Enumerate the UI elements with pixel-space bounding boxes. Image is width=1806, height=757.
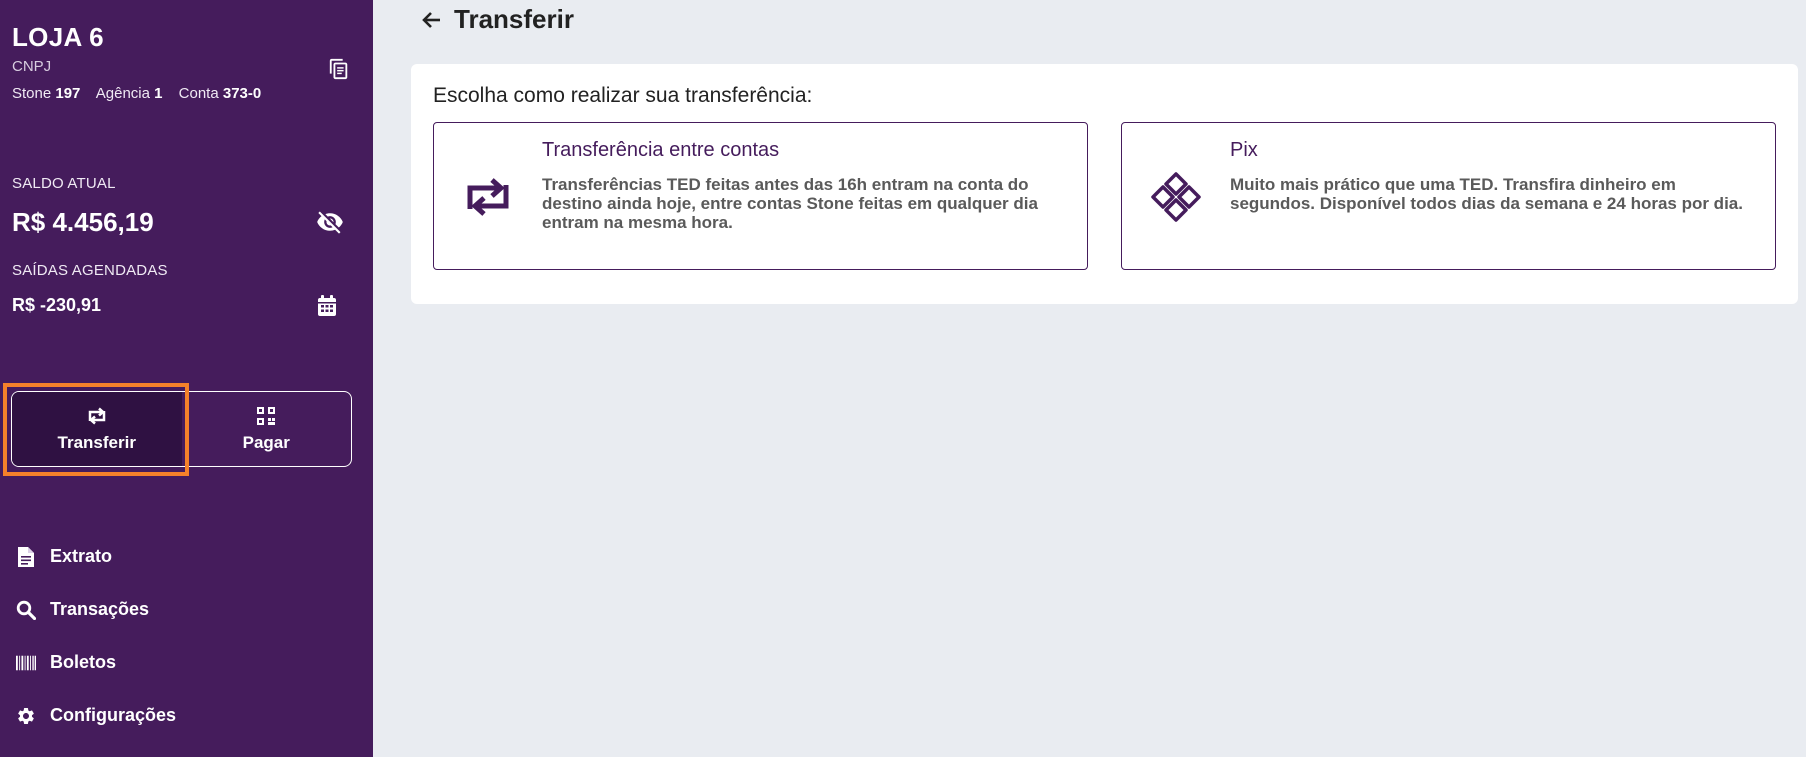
- search-icon: [16, 600, 36, 620]
- option-title: Pix: [1230, 139, 1258, 161]
- account-value: 373-0: [222, 85, 262, 102]
- sidebar-item-label: Boletos: [50, 652, 117, 672]
- balance-value: R$ 4.456,19: [12, 207, 154, 237]
- account-label: Conta: [178, 85, 219, 102]
- sidebar-item-label: Transações: [50, 599, 150, 619]
- page-title: Transferir: [454, 4, 574, 34]
- sidebar-item-extrato[interactable]: Extrato: [0, 530, 373, 583]
- sidebar-item-label: Extrato: [50, 546, 113, 566]
- panel-heading: Escolha como realizar sua transferência:: [433, 84, 813, 107]
- agency-value: 1: [154, 85, 163, 102]
- option-title: Transferência entre contas: [542, 139, 780, 161]
- transfer-options-panel: Escolha como realizar sua transferência:…: [411, 64, 1798, 304]
- transfer-between-accounts-option[interactable]: Transferência entre contas Transferência…: [433, 122, 1088, 270]
- store-name: LOJA 6: [12, 22, 104, 52]
- calendar-icon[interactable]: [317, 295, 337, 317]
- scheduled-value: R$ -230,91: [12, 295, 102, 315]
- sidebar-item-transacoes[interactable]: Transações: [0, 583, 373, 636]
- copy-icon[interactable]: [328, 58, 350, 80]
- transfer-icon: [460, 173, 516, 221]
- cnpj-label: CNPJ: [12, 58, 52, 75]
- bank-label: Stone: [12, 85, 52, 102]
- pix-option[interactable]: Pix Muito mais prático que uma TED. Tran…: [1121, 122, 1776, 270]
- sidebar-item-label: Configurações: [50, 705, 177, 725]
- balance-label: SALDO ATUAL: [12, 175, 116, 192]
- sidebar-nav: Extrato Transações Boletos Configurações: [0, 530, 373, 742]
- transfer-button-label: Transferir: [57, 433, 136, 452]
- transfer-icon: [85, 405, 109, 427]
- qr-code-icon: [257, 405, 276, 427]
- agency-label: Agência: [95, 85, 150, 102]
- document-icon: [16, 546, 36, 567]
- sidebar-item-configuracoes[interactable]: Configurações: [0, 689, 373, 742]
- scheduled-label: SAÍDAS AGENDADAS: [12, 262, 168, 279]
- pix-icon: [1148, 172, 1204, 222]
- barcode-icon: [16, 653, 36, 673]
- sidebar-item-boletos[interactable]: Boletos: [0, 636, 373, 689]
- quick-actions: Transferir Pagar: [11, 391, 352, 467]
- transfer-button[interactable]: Transferir: [12, 392, 182, 466]
- pay-button-label: Pagar: [242, 433, 290, 452]
- back-arrow-icon[interactable]: [420, 8, 444, 32]
- sidebar: LOJA 6 CNPJ Stone 197 Agência 1 Conta 37…: [0, 0, 373, 757]
- pay-button[interactable]: Pagar: [182, 392, 352, 466]
- gear-icon: [16, 706, 36, 726]
- option-description: Transferências TED feitas antes das 16h …: [542, 175, 1038, 232]
- account-info: Stone 197 Agência 1 Conta 373-0: [12, 85, 261, 102]
- hide-balance-icon[interactable]: [316, 208, 344, 236]
- bank-value: 197: [55, 85, 81, 102]
- option-description: Muito mais prático que uma TED. Transfir…: [1230, 175, 1743, 213]
